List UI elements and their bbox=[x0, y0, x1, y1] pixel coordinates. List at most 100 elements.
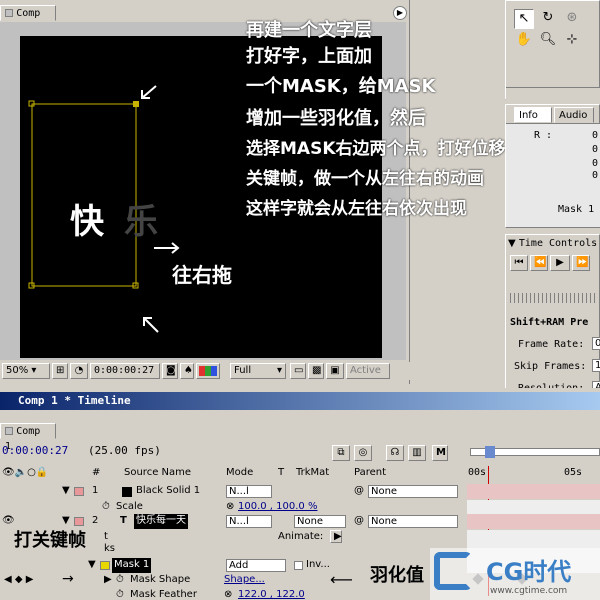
keyframe-nav-icon[interactable]: ◀ ◆ ▶ bbox=[4, 573, 33, 588]
comp-viewport: 快 乐 往右拖 再建一个文字层 打好字，上面加 一个MASK，给MASK 增加一… bbox=[0, 20, 506, 360]
mask-outline[interactable] bbox=[31, 103, 137, 287]
layer2-name[interactable]: 快乐每一天 bbox=[134, 514, 188, 529]
mask-shape-value[interactable]: Shape... bbox=[224, 573, 265, 588]
selection-tool-icon[interactable]: ↖ bbox=[514, 9, 534, 29]
layer1-duration-bar[interactable] bbox=[467, 484, 600, 499]
mask1-name[interactable]: Mask 1 bbox=[112, 558, 152, 573]
layer2-trkmat-select[interactable]: None bbox=[294, 515, 346, 528]
mask-shape-label: Mask Shape bbox=[130, 574, 191, 585]
mask-feather-value[interactable]: 122.0 , 122.0 bbox=[238, 588, 305, 600]
snapshot-icon[interactable]: ◙ bbox=[162, 363, 178, 379]
prev-frame-button[interactable]: ⏪ bbox=[530, 255, 548, 271]
arrow-right-icon bbox=[154, 242, 180, 254]
layer2-parent-select[interactable]: None bbox=[368, 515, 458, 528]
comp-tab-icon bbox=[5, 9, 13, 17]
time-navigator-handle[interactable] bbox=[485, 446, 495, 458]
timeline-window: Comp 1 * Timeline Comp 1 0:00:00:27 (25.… bbox=[0, 388, 600, 600]
column-header-row: 👁︎🔈○🔒 # Source Name Mode T TrkMat Parent… bbox=[0, 466, 600, 596]
draft-3d-icon[interactable]: ◎ bbox=[354, 445, 372, 461]
column-source-name[interactable]: Source Name bbox=[124, 466, 191, 481]
view-icon[interactable]: ▣ bbox=[326, 363, 344, 379]
active-camera-select[interactable]: Active bbox=[346, 363, 390, 379]
layer1-pickwhip-icon[interactable]: @ bbox=[354, 484, 364, 499]
hand-tool-icon[interactable]: ✋ bbox=[514, 31, 534, 51]
mask-shape-stopwatch-icon[interactable]: ⏱ bbox=[116, 573, 124, 588]
animate-menu-button[interactable]: ▶ bbox=[330, 530, 342, 543]
layer1-scale-row: ⏱ Scale ⊗ 100.0 , 100.0 % bbox=[0, 500, 600, 515]
time-controls-slider[interactable] bbox=[510, 293, 598, 303]
region-icon[interactable]: ▭ bbox=[290, 363, 306, 379]
layer2-duration-bar[interactable] bbox=[467, 514, 600, 529]
comp-status-bar: 50% ▾ ⊞ ◔ 0:00:00:27 ◙ ♠ Full ▾ ▭ ▩ ▣ Act… bbox=[0, 362, 410, 380]
tab-info[interactable]: Info bbox=[514, 107, 552, 123]
time-controls-tab[interactable]: ▼ Time Controls bbox=[508, 237, 598, 251]
watermark: CG时代 www.cgtime.com bbox=[430, 548, 600, 600]
layer1-twirl-icon[interactable]: ▼ bbox=[62, 484, 70, 499]
layer2-eye-icon[interactable]: 👁︎ bbox=[2, 514, 15, 529]
shy-layers-icon[interactable]: ☊ bbox=[386, 445, 404, 461]
frame-rate-select[interactable]: 0 bbox=[592, 337, 600, 350]
rotate-tool-icon[interactable]: ↻ bbox=[538, 9, 558, 29]
layer1-label-color[interactable] bbox=[74, 487, 84, 496]
next-frame-button[interactable]: ⏩ bbox=[572, 255, 590, 271]
scale-link-icon[interactable]: ⊗ bbox=[226, 500, 234, 515]
mask1-inverted-checkbox[interactable] bbox=[294, 561, 303, 570]
info-r-label: R : bbox=[534, 130, 553, 141]
mask1-color-swatch[interactable] bbox=[100, 561, 110, 570]
layer1-name[interactable]: Black Solid 1 bbox=[136, 484, 200, 499]
info-palette: Info Audio R : 0 0 0 0 Mask 1 bbox=[505, 104, 600, 228]
zoom-select[interactable]: 50% ▾ bbox=[2, 363, 50, 379]
ram-preview-label: Shift+RAM Pre bbox=[510, 317, 589, 328]
comp-tab[interactable]: Comp 1 bbox=[0, 5, 56, 34]
annotation-line-3: 一个MASK，给MASK bbox=[246, 76, 436, 97]
mask1-twirl-icon[interactable]: ▼ bbox=[88, 558, 96, 573]
column-parent: Parent bbox=[354, 467, 387, 478]
first-frame-button[interactable]: ⏮ bbox=[510, 255, 528, 271]
mask1-mode-select[interactable]: Add bbox=[226, 559, 286, 572]
layer2-mode-select[interactable]: N...l bbox=[226, 515, 272, 528]
timeline-timecode[interactable]: 0:00:00:27 bbox=[2, 444, 68, 459]
skip-frames-input[interactable]: 1 bbox=[592, 359, 600, 372]
layer-row-1[interactable]: ▼ 1 Black Solid 1 N...l @ None bbox=[0, 484, 600, 499]
timeline-title-bar[interactable]: Comp 1 * Timeline bbox=[0, 392, 600, 410]
grid-icon[interactable]: ⊞ bbox=[52, 363, 68, 379]
mask-vertex-top-right[interactable] bbox=[133, 101, 139, 107]
scale-stopwatch-icon[interactable]: ⏱ bbox=[102, 500, 110, 515]
layer2-label-color[interactable] bbox=[74, 517, 84, 526]
info-value-3: 0 bbox=[592, 158, 599, 169]
time-navigator[interactable] bbox=[470, 446, 600, 458]
show-snapshot-icon[interactable]: ♠ bbox=[180, 363, 194, 379]
tab-audio[interactable]: Audio bbox=[554, 107, 594, 123]
orbit-camera-tool-icon[interactable]: ⊛ bbox=[562, 9, 582, 29]
frame-rate-label: Frame Rate: bbox=[518, 339, 585, 350]
mask-feather-link-icon[interactable]: ⊗ bbox=[224, 588, 232, 600]
transparency-grid-icon[interactable]: ▩ bbox=[308, 363, 324, 379]
comp-menu-arrow-icon[interactable]: ▶ bbox=[393, 6, 407, 20]
layer1-mode-select[interactable]: N...l bbox=[226, 485, 272, 498]
timeline-tab[interactable]: Comp 1 bbox=[0, 423, 56, 452]
motion-blur-button[interactable]: M bbox=[432, 445, 448, 461]
timecode-icon[interactable]: ◔ bbox=[70, 363, 88, 379]
layer2-twirl-icon[interactable]: ▼ bbox=[62, 514, 70, 529]
channel-icon[interactable] bbox=[196, 363, 220, 379]
layer1-parent-select[interactable]: None bbox=[368, 485, 458, 498]
solid-icon bbox=[122, 487, 132, 497]
layer2-pickwhip-icon[interactable]: @ bbox=[354, 514, 364, 529]
zoom-tool-icon[interactable]: 🔍︎ bbox=[538, 31, 558, 51]
watermark-url: www.cgtime.com bbox=[490, 586, 568, 596]
comp-timecode[interactable]: 0:00:00:27 bbox=[90, 363, 160, 379]
layer-row-2[interactable]: 👁︎ ▼ 2 T 快乐每一天 N...l None @ None bbox=[0, 514, 600, 529]
frame-blending-icon[interactable]: ▥ bbox=[408, 445, 426, 461]
av-features-eye-icon[interactable]: 👁︎🔈○🔒 bbox=[2, 466, 48, 481]
comp-flowchart-icon[interactable]: ⧉ bbox=[332, 445, 350, 461]
annotation-line-5: 选择MASK右边两个点，打好位移 bbox=[246, 139, 506, 159]
pan-behind-tool-icon[interactable]: ⊹ bbox=[562, 31, 582, 51]
play-button[interactable]: ▶ bbox=[550, 255, 570, 271]
mask-feather-stopwatch-icon[interactable]: ⏱ bbox=[116, 588, 124, 600]
mask-shape-twirl-icon[interactable]: ▶ bbox=[104, 573, 112, 588]
composition-window: Comp 1 ▶ bbox=[0, 0, 506, 384]
resolution-select[interactable]: Full ▾ bbox=[230, 363, 286, 379]
annotation-line-2: 打好字，上面加 bbox=[246, 46, 372, 67]
scale-value[interactable]: 100.0 , 100.0 % bbox=[238, 500, 317, 515]
tools-palette: ↖ ↻ ⊛ ✋ 🔍︎ ⊹ bbox=[505, 0, 600, 101]
